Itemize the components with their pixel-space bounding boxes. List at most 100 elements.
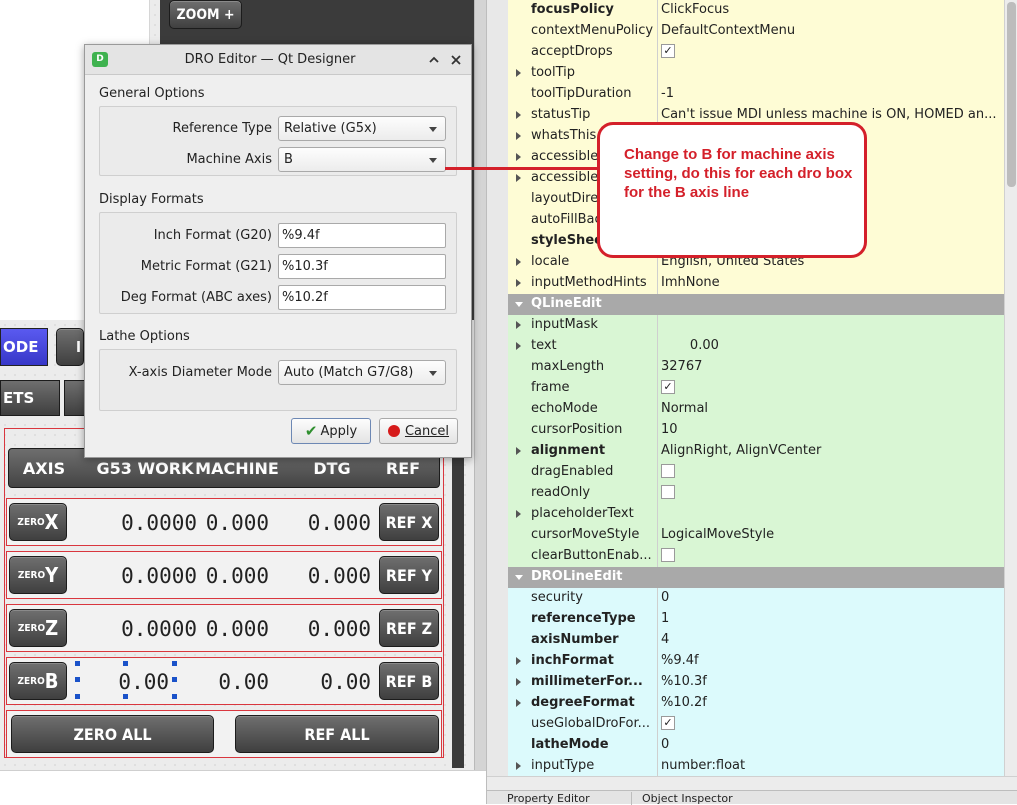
expand-down-icon[interactable] bbox=[515, 575, 523, 580]
expand-right-icon[interactable] bbox=[516, 657, 521, 665]
property-category-qlineedit[interactable]: QLineEdit bbox=[508, 294, 1004, 316]
property-value[interactable]: Can't issue MDI unless machine is ON, HO… bbox=[661, 107, 1001, 122]
property-row-cursorposition[interactable]: cursorPosition 10 bbox=[508, 420, 1004, 442]
property-row-tooltip[interactable]: toolTip bbox=[508, 63, 1004, 85]
expand-right-icon[interactable] bbox=[516, 153, 521, 161]
ref-all-button[interactable]: REF ALL bbox=[235, 715, 439, 753]
property-value[interactable]: %10.2f bbox=[661, 695, 1001, 710]
expand-right-icon[interactable] bbox=[516, 69, 521, 77]
selection-handle[interactable] bbox=[172, 694, 177, 699]
property-value[interactable]: 1 bbox=[661, 611, 1001, 626]
expand-right-icon[interactable] bbox=[516, 510, 521, 518]
zero-all-button[interactable]: ZERO ALL bbox=[11, 715, 214, 753]
apply-button[interactable]: ✔ Apply bbox=[291, 418, 371, 444]
zero-z-button[interactable]: ZERO Z bbox=[9, 609, 67, 647]
property-checkbox[interactable]: ✓ bbox=[661, 380, 675, 394]
selected-dro-b-work[interactable]: 0.00 bbox=[75, 661, 177, 699]
machine-axis-combo[interactable]: B bbox=[278, 147, 446, 172]
property-value[interactable]: ImhNone bbox=[661, 275, 1001, 290]
tab-button-2[interactable] bbox=[64, 380, 86, 416]
property-value[interactable]: 10 bbox=[661, 422, 1001, 437]
property-value[interactable]: %10.3f bbox=[661, 674, 1001, 689]
expand-right-icon[interactable] bbox=[516, 321, 521, 329]
property-row-referencetype[interactable]: referenceType 1 bbox=[508, 609, 1004, 631]
property-row-readonly[interactable]: readOnly bbox=[508, 483, 1004, 505]
property-checkbox[interactable]: ✓ bbox=[661, 716, 675, 730]
property-value[interactable]: 0.00 bbox=[661, 338, 1001, 353]
zero-b-button[interactable]: ZERO B bbox=[9, 662, 67, 700]
property-value[interactable]: 4 bbox=[661, 632, 1001, 647]
chevron-up-icon[interactable] bbox=[427, 53, 441, 67]
expand-right-icon[interactable] bbox=[516, 258, 521, 266]
property-value[interactable]: DefaultContextMenu bbox=[661, 23, 1001, 38]
property-row-tooltipduration[interactable]: toolTipDuration -1 bbox=[508, 84, 1004, 106]
inch-format-input[interactable]: %9.4f bbox=[278, 223, 446, 248]
property-value[interactable]: 0 bbox=[661, 590, 1001, 605]
expand-right-icon[interactable] bbox=[516, 279, 521, 287]
property-row-focuspolicy[interactable]: focusPolicy ClickFocus bbox=[508, 0, 1004, 22]
selection-handle[interactable] bbox=[172, 661, 177, 666]
property-row-clearbuttonenab-[interactable]: clearButtonEnab... bbox=[508, 546, 1004, 568]
property-editor[interactable]: focusPolicy ClickFocus contextMenuPolicy De… bbox=[486, 0, 1017, 805]
property-value[interactable]: LogicalMoveStyle bbox=[661, 527, 1001, 542]
property-row-dragenabled[interactable]: dragEnabled bbox=[508, 462, 1004, 484]
property-row-echomode[interactable]: echoMode Normal bbox=[508, 399, 1004, 421]
property-row-millimeterfor-[interactable]: millimeterFor... %10.3f bbox=[508, 672, 1004, 694]
property-row-maxlength[interactable]: maxLength 32767 bbox=[508, 357, 1004, 379]
expand-right-icon[interactable] bbox=[516, 447, 521, 455]
selection-handle[interactable] bbox=[123, 694, 128, 699]
property-scrollbar[interactable] bbox=[1004, 0, 1017, 790]
property-row-useglobaldrofor-[interactable]: useGlobalDroFor... ✓ bbox=[508, 714, 1004, 736]
deg-format-input[interactable]: %10.2f bbox=[278, 285, 446, 310]
expand-right-icon[interactable] bbox=[516, 132, 521, 140]
zero-y-button[interactable]: ZERO Y bbox=[9, 556, 67, 594]
dialog-titlebar[interactable]: D DRO Editor — Qt Designer bbox=[85, 45, 471, 75]
property-row-acceptdrops[interactable]: acceptDrops ✓ bbox=[508, 42, 1004, 64]
property-row-frame[interactable]: frame ✓ bbox=[508, 378, 1004, 400]
ref-z-button[interactable]: REF Z bbox=[379, 609, 439, 647]
property-value[interactable]: 32767 bbox=[661, 359, 1001, 374]
expand-down-icon[interactable] bbox=[515, 302, 523, 307]
ref-x-button[interactable]: REF X bbox=[379, 503, 439, 541]
property-checkbox[interactable] bbox=[661, 464, 675, 478]
metric-format-input[interactable]: %10.3f bbox=[278, 254, 446, 279]
property-row-contextmenupolicy[interactable]: contextMenuPolicy DefaultContextMenu bbox=[508, 21, 1004, 43]
expand-right-icon[interactable] bbox=[516, 699, 521, 707]
expand-right-icon[interactable] bbox=[516, 678, 521, 686]
property-value[interactable]: number:float bbox=[661, 758, 1001, 773]
property-value[interactable]: AlignRight, AlignVCenter bbox=[661, 443, 1001, 458]
expand-right-icon[interactable] bbox=[516, 342, 521, 350]
property-value[interactable]: -1 bbox=[661, 86, 1001, 101]
selection-handle[interactable] bbox=[123, 661, 128, 666]
reference-type-combo[interactable]: Relative (G5x) bbox=[278, 116, 446, 141]
mode-button-2[interactable]: I bbox=[56, 328, 84, 366]
property-checkbox[interactable] bbox=[661, 485, 675, 499]
ref-b-button[interactable]: REF B bbox=[379, 662, 439, 700]
property-value[interactable]: ClickFocus bbox=[661, 2, 1001, 17]
property-row-placeholdertext[interactable]: placeholderText bbox=[508, 504, 1004, 526]
expand-right-icon[interactable] bbox=[516, 174, 521, 182]
property-row-cursormovestyle[interactable]: cursorMoveStyle LogicalMoveStyle bbox=[508, 525, 1004, 547]
horizontal-scrollbar[interactable] bbox=[487, 776, 1017, 790]
tab-object-inspector[interactable]: Object Inspector bbox=[631, 792, 761, 805]
expand-right-icon[interactable] bbox=[516, 762, 521, 770]
property-row-inputmethodhints[interactable]: inputMethodHints ImhNone bbox=[508, 273, 1004, 295]
zoom-plus-button[interactable]: ZOOM + bbox=[169, 0, 242, 29]
property-row-security[interactable]: security 0 bbox=[508, 588, 1004, 610]
property-row-alignment[interactable]: alignment AlignRight, AlignVCenter bbox=[508, 441, 1004, 463]
selection-handle[interactable] bbox=[75, 694, 80, 699]
ref-y-button[interactable]: REF Y bbox=[379, 556, 439, 594]
selection-handle[interactable] bbox=[75, 661, 80, 666]
property-value[interactable]: 0 bbox=[661, 737, 1001, 752]
cancel-button[interactable]: Cancel bbox=[379, 418, 458, 444]
selection-handle[interactable] bbox=[172, 677, 177, 682]
expand-right-icon[interactable] bbox=[516, 111, 521, 119]
tab-property-editor[interactable]: Property Editor bbox=[507, 792, 627, 805]
property-category-drolineedit[interactable]: DROLineEdit bbox=[508, 567, 1004, 589]
close-icon[interactable] bbox=[449, 53, 463, 67]
property-checkbox[interactable]: ✓ bbox=[661, 44, 675, 58]
property-row-lathemode[interactable]: latheMode 0 bbox=[508, 735, 1004, 757]
property-row-inputtype[interactable]: inputType number:float bbox=[508, 756, 1004, 778]
xaxis-diameter-combo[interactable]: Auto (Match G7/G8) bbox=[278, 360, 446, 385]
property-row-degreeformat[interactable]: degreeFormat %10.2f bbox=[508, 693, 1004, 715]
